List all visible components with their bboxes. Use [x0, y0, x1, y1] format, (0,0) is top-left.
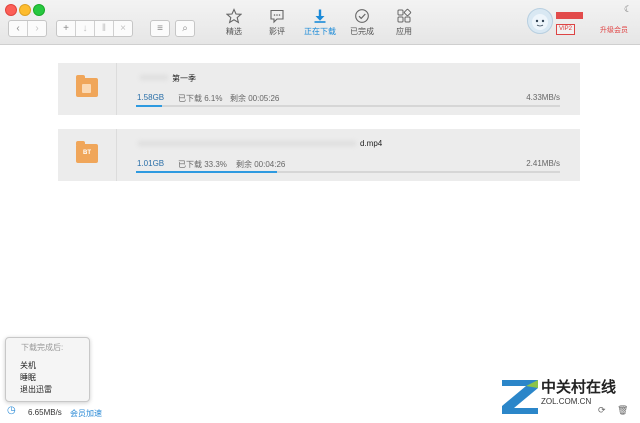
- new-task-button[interactable]: +: [57, 21, 76, 36]
- username-redacted: [556, 12, 583, 19]
- task-name: 第一季: [172, 74, 196, 83]
- progress-fill: [136, 105, 162, 107]
- task-size: 1.01GB: [137, 159, 165, 168]
- close-window-button[interactable]: [5, 4, 17, 16]
- zol-logo-icon: [502, 380, 538, 414]
- progress-bar: [136, 105, 560, 107]
- menu-item-quit[interactable]: 退出迅雷: [20, 384, 52, 395]
- task-size: 1.58GB: [137, 93, 165, 102]
- vip-badge: VIP2: [556, 24, 576, 35]
- start-button[interactable]: ↓: [76, 21, 95, 36]
- tab-completed[interactable]: 已完成: [340, 8, 384, 40]
- sort-button-group: ≡: [150, 20, 170, 37]
- mascot-icon: [532, 14, 548, 30]
- tab-featured[interactable]: 精选: [212, 8, 256, 40]
- menu-item-sleep[interactable]: 睡眠: [20, 372, 36, 383]
- task-speed: 2.41MB/s: [526, 159, 560, 168]
- download-icon: [314, 9, 326, 23]
- task-remaining: 剩余 00:04:26: [236, 160, 286, 169]
- moon-icon[interactable]: ☾: [624, 4, 632, 15]
- bt-folder-icon: BT: [76, 141, 98, 163]
- tab-label: 影评: [269, 27, 285, 36]
- sort-button[interactable]: ≡: [151, 21, 169, 36]
- tab-label: 正在下载: [304, 27, 336, 36]
- upgrade-vip-link[interactable]: 升级会员: [600, 25, 628, 35]
- comment-icon: [270, 9, 284, 24]
- pause-button[interactable]: ‖: [95, 21, 114, 36]
- search-button[interactable]: ⌕: [176, 21, 194, 36]
- tab-apps[interactable]: 应用: [382, 8, 426, 40]
- clock-icon[interactable]: ◷: [7, 405, 16, 416]
- task-actions: + ↓ ‖ ×: [56, 20, 133, 37]
- tab-downloading[interactable]: 正在下载: [298, 8, 342, 40]
- task-speed: 4.33MB/s: [526, 93, 560, 102]
- task-name: d.mp4: [360, 139, 383, 148]
- minimize-window-button[interactable]: [19, 4, 31, 16]
- task-row[interactable]: 第一季 1.58GB 已下载 6.1% 剩余 00:05:26 4.33MB/s: [58, 63, 580, 115]
- task-remaining: 剩余 00:05:26: [230, 94, 280, 103]
- forward-button[interactable]: ›: [28, 21, 46, 36]
- tab-label: 应用: [396, 27, 412, 36]
- folder-icon: [76, 75, 98, 97]
- watermark-cn: 中关村在线: [541, 379, 617, 396]
- tab-label: 精选: [226, 27, 242, 36]
- toolbar: ‹ › + ↓ ‖ × ≡ ⌕ 精选 影评 正在下载 已完成 应用 VIP2 升…: [0, 0, 640, 45]
- zoom-window-button[interactable]: [33, 4, 45, 16]
- history-nav: ‹ ›: [8, 20, 47, 37]
- apps-icon: [397, 8, 412, 23]
- search-button-group: ⌕: [175, 20, 195, 37]
- vip-boost-link[interactable]: 会员加速: [70, 408, 102, 419]
- progress-bar: [136, 171, 560, 173]
- menu-item-shutdown[interactable]: 关机: [20, 360, 36, 371]
- tab-label: 已完成: [350, 27, 374, 36]
- check-icon: [355, 9, 369, 23]
- after-download-menu: 下载完成后: 关机 睡眠 退出迅雷: [5, 337, 90, 402]
- star-icon: [226, 8, 242, 24]
- avatar[interactable]: [527, 8, 553, 34]
- delete-button[interactable]: ×: [114, 21, 132, 36]
- total-speed: 6.65MB/s: [28, 408, 62, 417]
- back-button[interactable]: ‹: [9, 21, 28, 36]
- tab-reviews[interactable]: 影评: [255, 8, 299, 40]
- task-row[interactable]: BT d.mp4 1.01GB 已下载 33.3% 剩余 00:04:26 2.…: [58, 129, 580, 181]
- task-progress-label: 已下载 33.3%: [178, 160, 227, 169]
- watermark-en: ZOL.COM.CN: [541, 397, 592, 406]
- refresh-icon[interactable]: ⟳: [598, 405, 606, 416]
- menu-title: 下载完成后:: [21, 343, 64, 352]
- trash-icon[interactable]: 🗑: [617, 405, 628, 416]
- progress-fill: [136, 171, 278, 173]
- redacted-text: [140, 75, 168, 80]
- redacted-text: [138, 141, 356, 146]
- task-progress-label: 已下载 6.1%: [178, 94, 223, 103]
